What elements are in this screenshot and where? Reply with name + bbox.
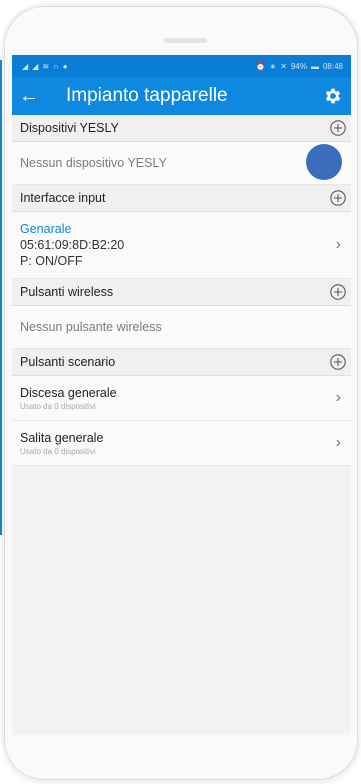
add-circle-icon[interactable] (329, 119, 347, 137)
list-item-text: Salita generale Usato da 0 dispositivi (20, 431, 103, 456)
section-header-yesly: Dispositivi YESLY (12, 115, 351, 142)
signal-icon: ◢ (22, 61, 29, 71)
section-label: Pulsanti scenario (20, 355, 116, 369)
status-left-icons: ◢ ◢ ≋ ∩ ● (22, 62, 68, 71)
list-item-text: Discesa generale Usato da 0 dispositivi (20, 386, 117, 411)
list-item-text: Genarale 05:61:09:8D:B2:20 P: ON/OFF (20, 222, 124, 268)
scenario-usage: Usato da 0 dispositivi (20, 401, 96, 411)
add-circle-icon[interactable] (329, 283, 347, 301)
battery-icon: ▬ (310, 61, 319, 71)
touch-indicator (306, 144, 342, 180)
list-item-scenario[interactable]: Discesa generale Usato da 0 dispositivi … (12, 376, 351, 421)
battery-percent: 94% (290, 61, 307, 71)
status-bar: ◢ ◢ ≋ ∩ ● ⏰ ∗ ✕ 94% ▬ 08:48 (12, 55, 351, 77)
headset-icon: ∩ (53, 61, 59, 71)
interface-address: 05:61:09:8D:B2:20 (20, 238, 125, 252)
section-label: Interfacce input (20, 191, 106, 205)
notification-icon: ● (62, 61, 68, 71)
signal-icon: ◢ (32, 61, 39, 71)
wifi-icon: ≋ (42, 61, 50, 71)
status-right: ⏰ ∗ ✕ 94% ▬ 08:48 (256, 62, 343, 71)
page-title: Impianto tapparelle (66, 85, 228, 106)
section-label: Pulsanti wireless (20, 285, 114, 299)
chevron-right-icon: › (335, 236, 341, 253)
section-label: Dispositivi YESLY (20, 121, 119, 135)
section-header-scenarios: Pulsanti scenario (12, 349, 351, 376)
app-bar: ← Impianto tapparelle (12, 77, 351, 115)
scenario-name: Salita generale (20, 430, 104, 445)
chevron-right-icon: › (335, 389, 341, 406)
empty-message-wireless: Nessun pulsante wireless (12, 306, 351, 349)
section-header-wireless: Pulsanti wireless (12, 279, 351, 306)
phone-speaker (164, 38, 207, 43)
scenario-usage: Usato da 0 dispositivi (20, 446, 96, 456)
section-header-inputs: Interfacce input (12, 185, 351, 212)
scenario-name: Discesa generale (20, 385, 117, 400)
bluetooth-icon: ∗ (269, 61, 277, 71)
app-screen: ◢ ◢ ≋ ∩ ● ⏰ ∗ ✕ 94% ▬ 08:48 ← Impianto t… (12, 55, 351, 735)
gear-icon[interactable] (323, 86, 343, 106)
interface-mode: P: ON/OFF (20, 254, 83, 268)
list-item-scenario[interactable]: Salita generale Usato da 0 dispositivi › (12, 421, 351, 466)
add-circle-icon[interactable] (329, 189, 347, 207)
empty-message-yesly: Nessun dispositivo YESLY (12, 142, 351, 185)
interface-name: Genarale (20, 222, 72, 236)
silent-icon: ✕ (280, 61, 287, 71)
clock: 08:48 (322, 61, 343, 71)
alarm-icon: ⏰ (255, 61, 266, 71)
back-button[interactable]: ← (12, 77, 46, 115)
arrow-left-icon: ← (19, 85, 39, 107)
list-item-input-interface[interactable]: Genarale 05:61:09:8D:B2:20 P: ON/OFF › (12, 212, 351, 279)
chevron-right-icon: › (335, 434, 341, 451)
add-circle-icon[interactable] (329, 353, 347, 371)
